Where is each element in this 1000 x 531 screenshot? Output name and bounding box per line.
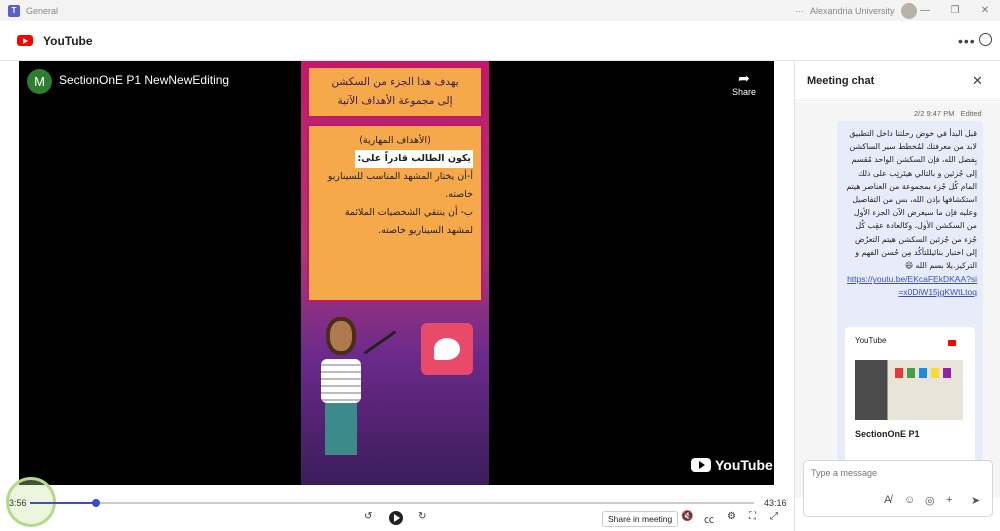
chat-messages[interactable]: 2/2 9:47 PM Edited قبل البدأ في خوض رحلتن… bbox=[795, 102, 1000, 498]
slide-heading-line1: يهدف هذا الجزء من السكشن bbox=[331, 76, 459, 88]
seek-bar-fill bbox=[30, 502, 96, 504]
playback-controls: 3:56 43:16 ↺ ↻ Share in meeting 🔇 ㏄ ⚙ ⛶ … bbox=[0, 492, 795, 531]
more-options-icon[interactable]: ••• bbox=[958, 33, 976, 49]
slide-item-1: أ-أن يختار المشهد المناسب للسيناريو خاصت… bbox=[327, 171, 473, 200]
more-icon[interactable]: ··· bbox=[795, 6, 804, 16]
slide-heading-line2: إلى مجموعة الأهداف الآتية bbox=[337, 95, 453, 107]
maximize-icon[interactable]: ❐ bbox=[940, 0, 970, 21]
meeting-chat-panel: Meeting chat ✕ 2/2 9:47 PM Edited قبل الب… bbox=[794, 61, 1000, 531]
attach-icon[interactable]: + bbox=[946, 494, 952, 506]
slide-intro: يكون الطالب قادراً على: bbox=[355, 150, 473, 168]
window-titlebar: T General ··· Alexandria University — ❐ … bbox=[0, 0, 1000, 21]
send-icon[interactable]: ➤ bbox=[971, 494, 980, 507]
total-time: 43:16 bbox=[764, 498, 787, 508]
app-logo-icon bbox=[421, 323, 473, 375]
seek-bar[interactable] bbox=[30, 499, 754, 507]
youtube-logo-icon bbox=[17, 35, 33, 46]
current-time: 3:56 bbox=[9, 498, 27, 508]
share-label: Share bbox=[731, 87, 757, 97]
app-title: YouTube bbox=[43, 33, 93, 48]
chat-title: Meeting chat bbox=[795, 61, 1000, 101]
share-arrow-icon: ➦ bbox=[738, 70, 750, 86]
format-icon[interactable]: A̸ bbox=[884, 494, 891, 506]
slide-heading: يهدف هذا الجزء من السكشن إلى مجموعة الأه… bbox=[307, 66, 483, 118]
pop-out-icon[interactable]: ⤢ bbox=[770, 511, 778, 522]
youtube-brand-text: YouTube bbox=[715, 457, 773, 473]
play-button[interactable] bbox=[389, 511, 403, 525]
close-chat-icon[interactable]: ✕ bbox=[972, 73, 983, 89]
app-header: YouTube ••• bbox=[0, 21, 1000, 61]
close-window-icon[interactable]: ✕ bbox=[970, 0, 1000, 21]
channel-avatar[interactable]: M bbox=[27, 69, 52, 94]
org-name: Alexandria University bbox=[810, 5, 895, 16]
window-title: General bbox=[26, 5, 59, 16]
settings-icon[interactable]: ⚙ bbox=[727, 511, 736, 522]
forward-10-icon[interactable]: ↻ bbox=[418, 511, 426, 522]
rewind-10-icon[interactable]: ↺ bbox=[364, 511, 372, 522]
slide-body: (الأهداف المهارية) يكون الطالب قادراً عل… bbox=[307, 124, 483, 302]
teacher-illustration bbox=[311, 311, 397, 471]
slide-item-2: ب- أن ينتقي الشخصيات الملائمة لمشهد السي… bbox=[344, 207, 473, 236]
edited-label: Edited bbox=[960, 109, 982, 118]
message-input[interactable] bbox=[811, 468, 981, 478]
message-link[interactable]: https://youtu.be/EKcaFEkDKAA?si=x0DiW15j… bbox=[843, 273, 977, 299]
share-video-button[interactable]: ➦ Share bbox=[730, 70, 758, 97]
captions-icon[interactable]: ㏄ bbox=[704, 511, 714, 526]
slide-subheading: (الأهداف المهارية) bbox=[359, 135, 431, 146]
fullscreen-icon[interactable]: ⛶ bbox=[749, 511, 756, 522]
card-title: SectionOnE P1 bbox=[855, 429, 920, 439]
share-in-meeting-button[interactable]: Share in meeting bbox=[602, 511, 679, 527]
message-timestamp: 2/2 9:47 PM bbox=[914, 109, 955, 118]
youtube-watermark[interactable]: YouTube bbox=[691, 457, 773, 473]
loop-icon[interactable]: ◎ bbox=[925, 494, 935, 507]
chat-toggle-icon[interactable] bbox=[979, 33, 992, 46]
mute-icon[interactable]: 🔇 bbox=[681, 511, 693, 522]
message-composer: A̸ ☺ ◎ + ➤ bbox=[803, 460, 993, 517]
message-meta: 2/2 9:47 PM Edited bbox=[914, 109, 982, 118]
teams-icon: T bbox=[8, 4, 20, 17]
org-switcher[interactable]: ··· Alexandria University bbox=[795, 0, 917, 21]
seek-thumb[interactable] bbox=[91, 499, 100, 507]
card-youtube-icon bbox=[948, 340, 956, 346]
video-title[interactable]: SectionOnE P1 NewNewEditing bbox=[59, 73, 229, 87]
chat-message-bubble[interactable]: قبل البدأ في خوض رحلتنا داخل التطبيق لاب… bbox=[837, 121, 983, 498]
video-player[interactable]: يهدف هذا الجزء من السكشن إلى مجموعة الأه… bbox=[19, 61, 774, 485]
card-thumbnail[interactable] bbox=[855, 360, 963, 420]
minimize-icon[interactable]: — bbox=[910, 0, 940, 21]
message-text: قبل البدأ في خوض رحلتنا داخل التطبيق لاب… bbox=[846, 129, 977, 271]
youtube-play-icon bbox=[691, 458, 711, 472]
video-frame: يهدف هذا الجزء من السكشن إلى مجموعة الأه… bbox=[301, 61, 489, 485]
emoji-icon[interactable]: ☺ bbox=[904, 494, 915, 506]
